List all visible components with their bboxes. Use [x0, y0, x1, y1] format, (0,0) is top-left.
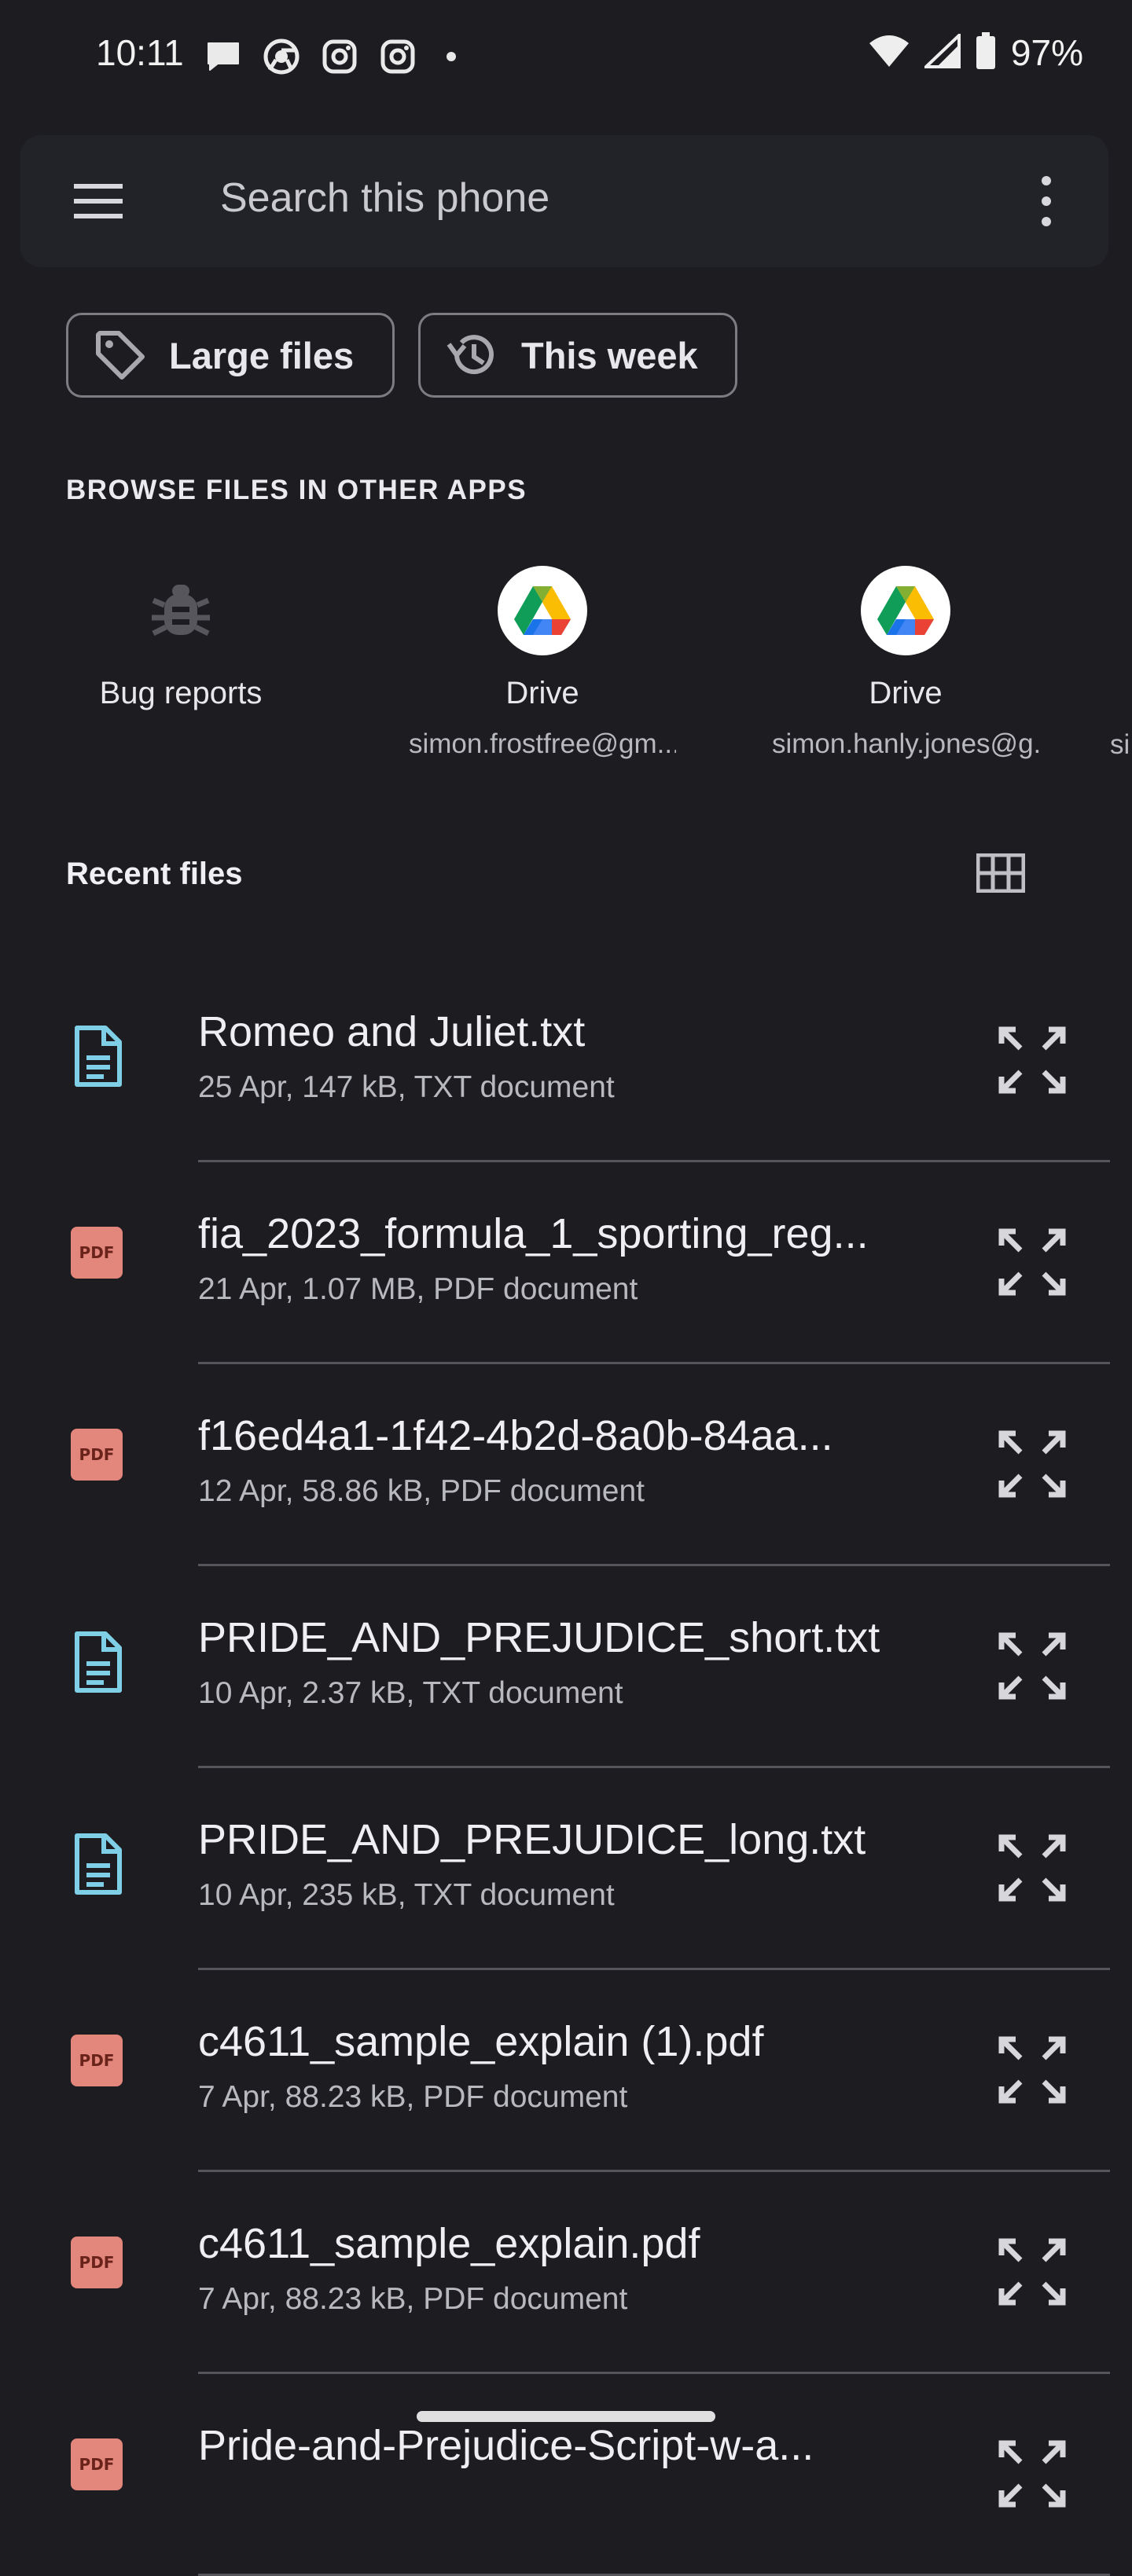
file-row[interactable]: PDF c4611_sample_explain.pdf 7 Apr, 88.23 … — [0, 2172, 1132, 2374]
search-bar[interactable]: Search this phone — [20, 135, 1108, 267]
battery-percentage: 97% — [1010, 32, 1083, 73]
browse-section-title: BROWSE FILES IN OTHER APPS — [66, 475, 527, 505]
app-drive-1[interactable]: Drive simon.frostfree@gm... — [409, 566, 676, 760]
app-account: si — [1110, 729, 1130, 760]
app-account: simon.frostfree@gm... — [409, 728, 676, 759]
chip-label: This week — [521, 334, 698, 376]
file-name: c4611_sample_explain.pdf — [198, 2220, 700, 2267]
app-name: Drive — [505, 676, 579, 710]
expand-icon[interactable] — [998, 1430, 1066, 1498]
dot-icon — [447, 52, 456, 61]
chip-label: Large files — [169, 334, 355, 376]
pdf-badge-text: PDF — [71, 2237, 123, 2288]
file-name: Romeo and Juliet.txt — [198, 1008, 586, 1055]
tag-icon — [96, 331, 145, 380]
file-meta: 10 Apr, 2.37 kB, TXT document — [198, 1676, 623, 1710]
pdf-file-icon: PDF — [71, 2438, 126, 2501]
battery-icon — [975, 31, 997, 74]
file-meta: 7 Apr, 88.23 kB, PDF document — [198, 2282, 628, 2316]
chat-icon — [203, 36, 244, 77]
chrome-icon — [261, 36, 302, 77]
status-time: 10:11 — [96, 32, 184, 73]
file-row[interactable]: PDF f16ed4a1-1f42-4b2d-8a0b-84aa... 12 Apr… — [0, 1364, 1132, 1566]
expand-icon[interactable] — [998, 2440, 1066, 2508]
bug-icon — [136, 566, 226, 655]
more-options-icon[interactable] — [1035, 173, 1058, 229]
signal-icon — [921, 31, 961, 72]
file-meta: 21 Apr, 1.07 MB, PDF document — [198, 1272, 638, 1306]
file-meta: 7 Apr, 88.23 kB, PDF document — [198, 2080, 628, 2114]
menu-icon[interactable] — [71, 179, 127, 223]
file-row[interactable]: PDF Pride-and-Prejudice-Script-w-a... — [0, 2374, 1132, 2576]
pdf-file-icon: PDF — [71, 1429, 126, 1492]
file-name: PRIDE_AND_PREJUDICE_long.txt — [198, 1816, 866, 1863]
file-name: Pride-and-Prejudice-Script-w-a... — [198, 2422, 814, 2469]
pdf-badge-text: PDF — [71, 2035, 123, 2086]
file-row[interactable]: PDF c4611_sample_explain (1).pdf 7 Apr, 88… — [0, 1970, 1132, 2172]
search-input[interactable]: Search this phone — [220, 174, 549, 222]
pdf-file-icon: PDF — [71, 1227, 126, 1290]
expand-icon[interactable] — [998, 1834, 1066, 1902]
google-drive-icon — [861, 566, 950, 655]
file-name: PRIDE_AND_PREJUDICE_short.txt — [198, 1614, 880, 1661]
text-file-icon — [71, 1631, 126, 1693]
app-drive-2[interactable]: Drive simon.hanly.jones@g... — [772, 566, 1039, 760]
gesture-nav-bar[interactable] — [417, 2411, 715, 2422]
recent-files-title: Recent files — [66, 857, 243, 891]
file-meta: 12 Apr, 58.86 kB, PDF document — [198, 1474, 645, 1508]
expand-icon[interactable] — [998, 2036, 1066, 2104]
app-account: simon.hanly.jones@g... — [772, 728, 1039, 759]
app-name: Drive — [869, 676, 943, 710]
history-icon — [447, 335, 494, 375]
system-icons: 97% — [868, 31, 1083, 74]
file-name: fia_2023_formula_1_sporting_reg... — [198, 1210, 869, 1257]
large-files-chip[interactable]: Large files — [66, 313, 395, 398]
file-meta: 25 Apr, 147 kB, TXT document — [198, 1070, 615, 1104]
this-week-chip[interactable]: This week — [418, 313, 737, 398]
expand-icon[interactable] — [998, 1228, 1066, 1296]
pdf-badge-text: PDF — [71, 2438, 123, 2490]
pdf-file-icon: PDF — [71, 2237, 126, 2299]
wifi-icon — [868, 34, 910, 72]
app-partial[interactable]: si — [1110, 566, 1132, 761]
text-file-icon — [71, 1833, 126, 1895]
pdf-badge-text: PDF — [71, 1227, 123, 1279]
expand-icon[interactable] — [998, 1026, 1066, 1094]
file-row[interactable]: PDF fia_2023_formula_1_sporting_reg... 21 … — [0, 1162, 1132, 1364]
grid-view-icon[interactable] — [976, 853, 1026, 894]
text-file-icon — [71, 1025, 126, 1088]
file-name: c4611_sample_explain (1).pdf — [198, 2018, 764, 2065]
app-name: Bug reports — [99, 676, 263, 710]
file-row[interactable]: PRIDE_AND_PREJUDICE_short.txt 10 Apr, 2.3… — [0, 1566, 1132, 1768]
expand-icon[interactable] — [998, 1632, 1066, 1700]
file-row[interactable]: Romeo and Juliet.txt 25 Apr, 147 kB, TXT … — [0, 960, 1132, 1162]
instagram-icon — [377, 36, 418, 77]
file-row[interactable]: PRIDE_AND_PREJUDICE_long.txt 10 Apr, 235 … — [0, 1768, 1132, 1970]
file-name: f16ed4a1-1f42-4b2d-8a0b-84aa... — [198, 1412, 833, 1459]
notification-icons — [203, 36, 456, 77]
status-bar: 10:11 97% — [0, 0, 1132, 118]
pdf-file-icon: PDF — [71, 2035, 126, 2097]
app-bug-reports[interactable]: Bug reports — [47, 566, 314, 728]
file-meta: 10 Apr, 235 kB, TXT document — [198, 1878, 615, 1912]
google-drive-icon — [498, 566, 587, 655]
expand-icon[interactable] — [998, 2238, 1066, 2306]
pdf-badge-text: PDF — [71, 1429, 123, 1481]
instagram-icon — [319, 36, 360, 77]
